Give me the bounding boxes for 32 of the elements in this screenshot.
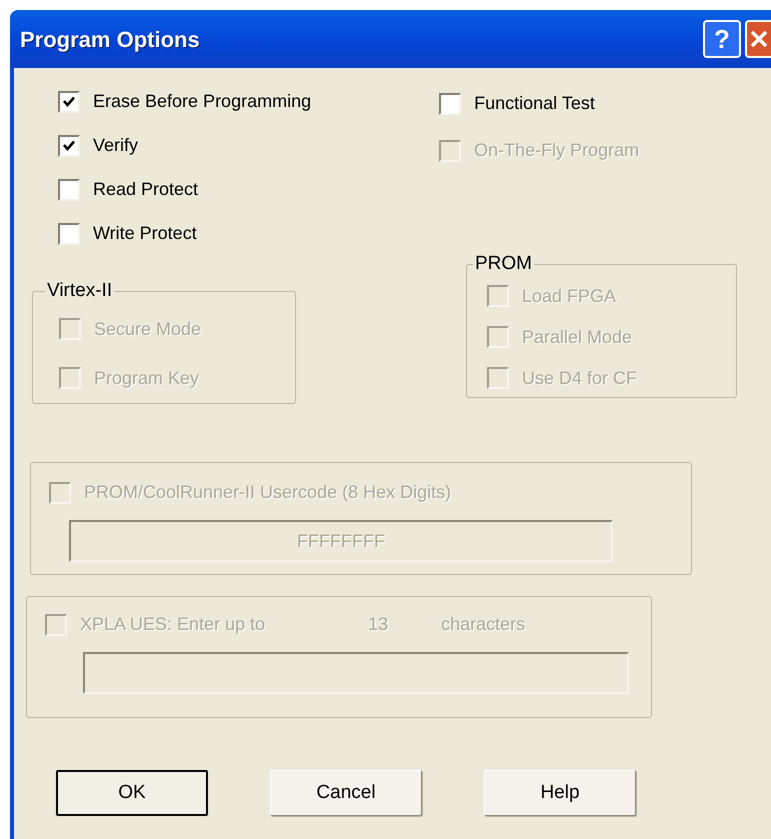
- checkbox-label: Secure Mode: [94, 318, 202, 340]
- group-title: PROM: [474, 252, 533, 276]
- check-icon: [62, 138, 76, 152]
- input-field[interactable]: [83, 652, 629, 694]
- check-icon: [62, 94, 76, 108]
- checkbox[interactable]: [58, 178, 80, 200]
- checkbox-label: PROM/CoolRunner-II Usercode (8 Hex Digits): [84, 481, 452, 504]
- checkbox-label: Parallel Mode: [522, 326, 632, 348]
- checkbox[interactable]: [58, 222, 80, 244]
- checkbox-label: Functional Test: [474, 92, 595, 115]
- close-icon: [749, 29, 769, 49]
- checkbox-label: Load FPGA: [522, 284, 616, 308]
- checkbox-label: Erase Before Programming: [93, 90, 312, 113]
- character-count: 13: [368, 613, 388, 636]
- checkbox[interactable]: [58, 134, 80, 156]
- checkbox-label: Verify: [93, 134, 138, 157]
- close-button[interactable]: [745, 20, 771, 58]
- checkbox-label: Write Protect: [93, 222, 197, 245]
- checkbox-label: Use D4 for CF: [522, 366, 638, 390]
- dialog-button[interactable]: OK: [56, 770, 208, 816]
- dialog-button[interactable]: Help: [484, 770, 636, 816]
- checkbox[interactable]: [439, 92, 462, 114]
- help-button[interactable]: ?: [703, 20, 741, 58]
- unit-label: characters: [441, 613, 526, 636]
- checkbox-label: Read Protect: [93, 178, 198, 201]
- checkbox-label: On-The-Fly Program: [474, 139, 640, 162]
- checkbox-label: XPLA UES: Enter up to: [80, 613, 266, 636]
- group-title: Virtex-II: [46, 279, 114, 303]
- window-title: Program Options: [20, 26, 200, 54]
- checkbox-label: Program Key: [94, 366, 200, 390]
- checkbox[interactable]: [58, 90, 80, 112]
- dialog-button[interactable]: Cancel: [270, 770, 422, 816]
